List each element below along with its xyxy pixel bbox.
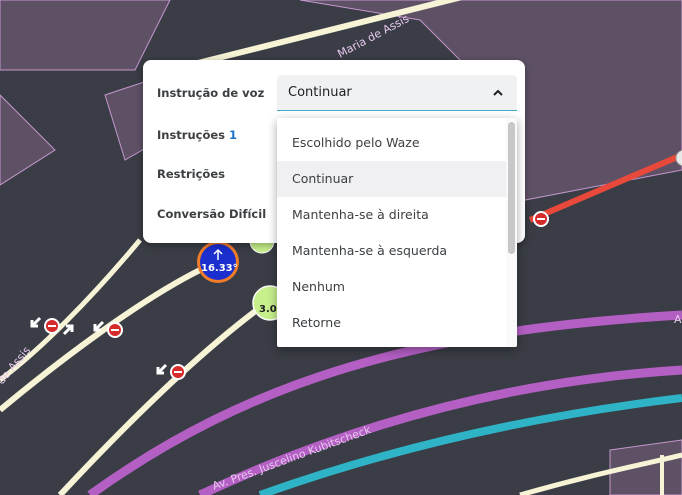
no-entry-icon[interactable] [107, 322, 123, 338]
difficult-turn-label[interactable]: Conversão Difícil [157, 207, 266, 221]
scrollbar-thumb[interactable] [508, 122, 515, 254]
option-continue[interactable]: Continuar [277, 161, 506, 197]
no-entry-icon[interactable] [170, 364, 186, 380]
voice-instruction-label: Instrução de voz [157, 86, 265, 100]
option-keep-left[interactable]: Mantenha-se à esquerda [277, 233, 506, 269]
dropdown-scrollbar[interactable] [506, 118, 517, 347]
instructions-count: 1 [229, 128, 238, 142]
angle-value: 16.33° [201, 263, 238, 274]
speed-marker-value: 3.0 [259, 304, 277, 315]
restrictions-label[interactable]: Restrições [157, 167, 225, 181]
voice-instruction-dropdown: Escolhido pelo Waze Continuar Mantenha-s… [277, 118, 517, 347]
street-label-right: A [674, 313, 682, 326]
chevron-up-icon[interactable] [491, 86, 505, 100]
turn-angle-badge[interactable]: 16.33° [197, 241, 239, 283]
no-entry-icon[interactable] [533, 211, 549, 227]
voice-instruction-select[interactable]: Continuar [277, 75, 517, 111]
option-keep-right[interactable]: Mantenha-se à direita [277, 197, 506, 233]
option-waze-chosen[interactable]: Escolhido pelo Waze [277, 125, 506, 161]
option-u-turn[interactable]: Retorne [277, 305, 506, 341]
select-value: Continuar [288, 85, 352, 100]
instructions-text: Instruções [157, 128, 226, 142]
option-none[interactable]: Nenhum [277, 269, 506, 305]
no-entry-icon[interactable] [44, 318, 60, 334]
instructions-label[interactable]: Instruções 1 [157, 128, 237, 142]
